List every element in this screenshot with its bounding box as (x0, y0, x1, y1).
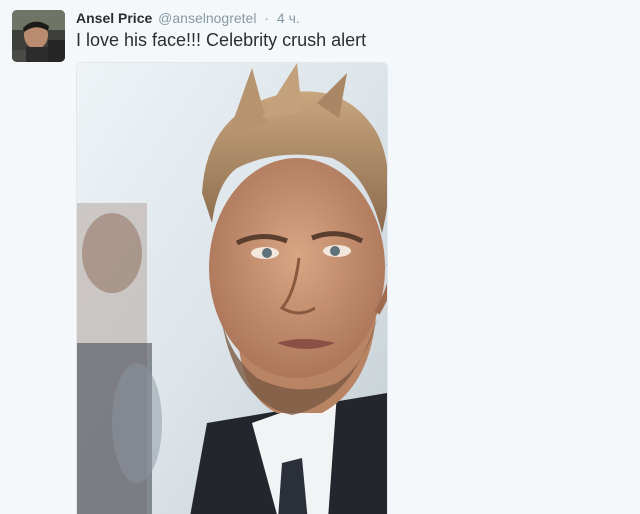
timestamp[interactable]: 4 ч. (277, 10, 300, 26)
portrait-photo-icon (77, 63, 387, 514)
author-name[interactable]: Ansel Price (76, 10, 152, 26)
author-handle[interactable]: @anselnogretel (158, 10, 256, 26)
avatar[interactable] (12, 10, 65, 62)
separator-dot: · (264, 10, 269, 26)
tweet-text: I love his face!!! Celebrity crush alert (76, 30, 367, 50)
tweet-header: Ansel Price @anselnogretel · 4 ч. (76, 9, 300, 27)
tweet: Ansel Price @anselnogretel · 4 ч. I love… (0, 0, 640, 514)
tweet-photo[interactable] (76, 62, 388, 514)
avatar-photo-icon (12, 10, 65, 62)
